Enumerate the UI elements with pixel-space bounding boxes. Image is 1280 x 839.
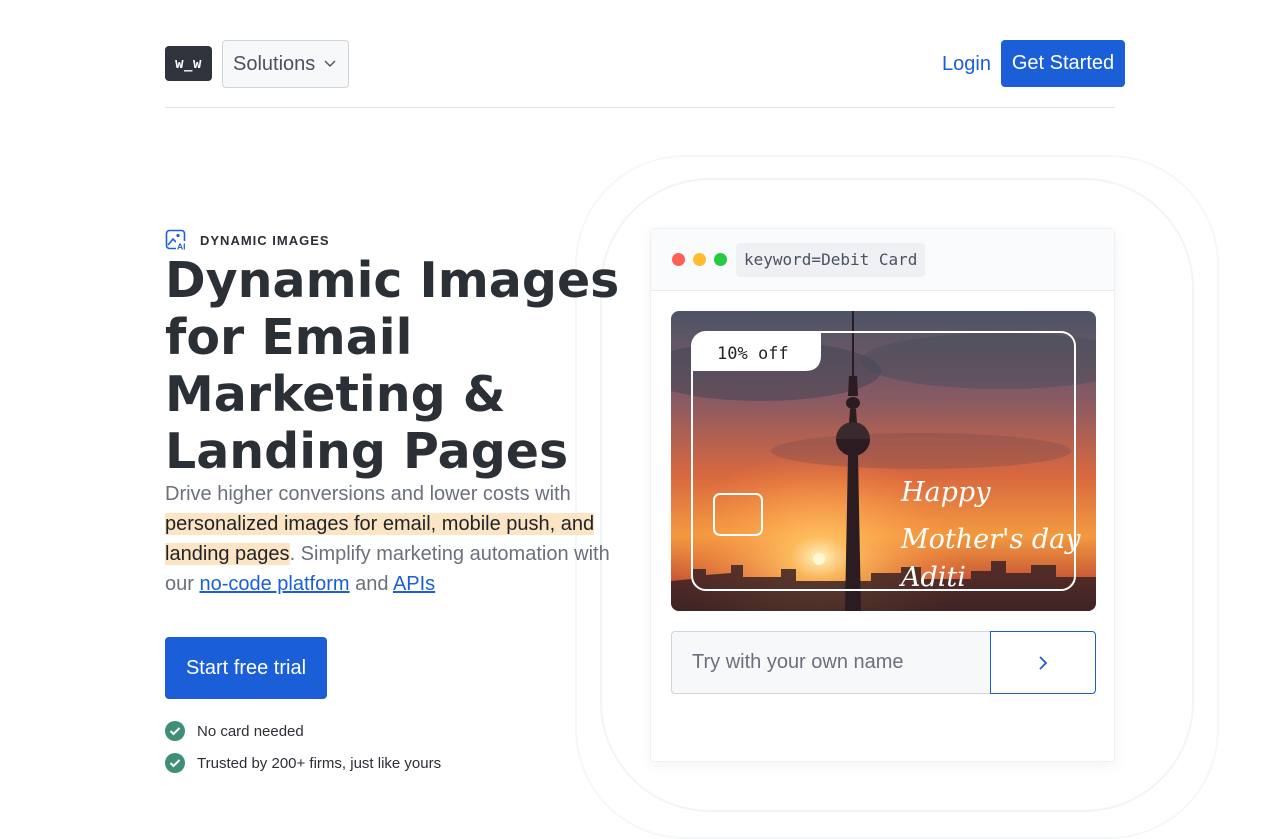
card-line-2: Mother's day (900, 524, 1081, 555)
desc-and: and (349, 573, 393, 595)
demo-card-toolbar: keyword=Debit Card (651, 229, 1114, 291)
hero-description: Drive higher conversions and lower costs… (165, 479, 625, 599)
eyebrow: AI DYNAMIC IMAGES (165, 229, 330, 251)
ai-image-icon: AI (165, 229, 187, 252)
solutions-label: Solutions (233, 52, 316, 75)
discount-badge: 10% off (717, 344, 789, 364)
checkmark-icon (165, 753, 185, 773)
login-link[interactable]: Login (942, 51, 991, 77)
checkmark-icon (165, 721, 185, 741)
apis-link[interactable]: APIs (393, 573, 435, 595)
check-item: Trusted by 200+ firms, just like yours (165, 753, 441, 773)
card-line-3: Aditi (898, 562, 966, 593)
window-dot-red (672, 253, 685, 266)
page-title: Dynamic Images for Email Marketing & Lan… (165, 252, 620, 480)
get-started-button[interactable]: Get Started (1001, 40, 1125, 87)
chevron-down-icon (324, 60, 336, 67)
name-form (671, 631, 1096, 694)
desc-intro: Drive higher conversions and lower costs… (165, 483, 571, 505)
card-line-1: Happy (900, 477, 991, 508)
keyword-tag: keyword=Debit Card (736, 242, 926, 277)
start-free-trial-button[interactable]: Start free trial (165, 637, 327, 699)
logo[interactable]: w_w (165, 46, 212, 81)
no-code-platform-link[interactable]: no-code platform (199, 573, 349, 595)
check-item: No card needed (165, 721, 304, 741)
window-dot-yellow (693, 253, 706, 266)
personalized-image: 10% off Happy Mother's day Aditi (671, 311, 1096, 611)
svg-text:AI: AI (177, 242, 186, 252)
check-label: Trusted by 200+ firms, just like yours (197, 754, 442, 772)
demo-card: keyword=Debit Card 10% off Happy Mother'… (650, 228, 1115, 762)
name-input[interactable] (671, 631, 990, 694)
eyebrow-label: DYNAMIC IMAGES (200, 232, 330, 248)
solutions-dropdown[interactable]: Solutions (222, 40, 349, 88)
submit-name-button[interactable] (990, 631, 1096, 694)
check-label: No card needed (197, 722, 304, 740)
window-dot-green (714, 253, 727, 266)
header-divider (165, 107, 1115, 108)
chevron-right-icon (1039, 655, 1048, 670)
